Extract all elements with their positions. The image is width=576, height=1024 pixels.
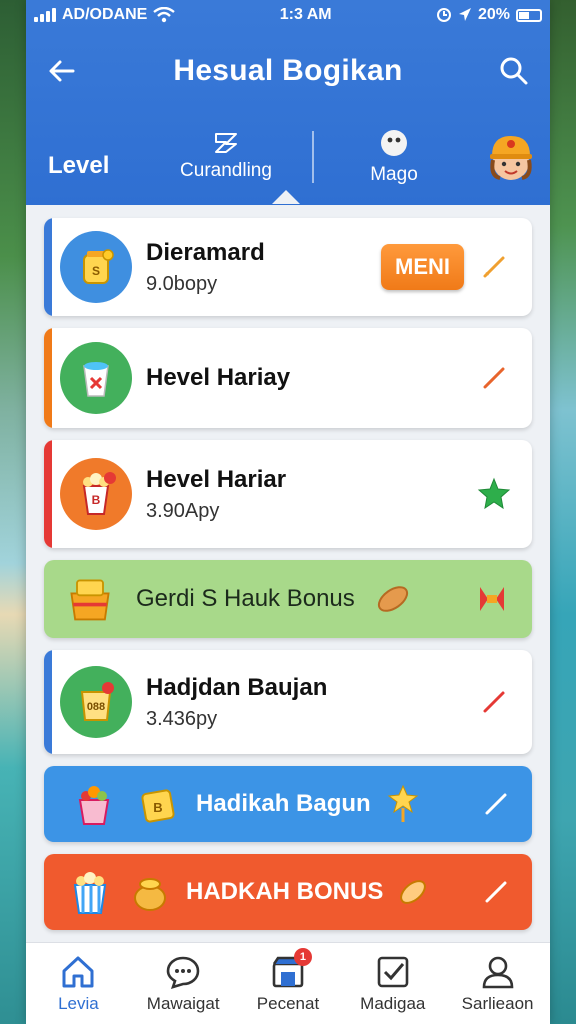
worker-avatar-icon: [490, 136, 532, 180]
svg-text:B: B: [92, 493, 101, 507]
pencil-icon: [483, 367, 505, 389]
gift-basket-icon: [64, 573, 116, 625]
battery-icon: [515, 8, 542, 22]
checkbox-icon: [377, 956, 409, 987]
home-icon: [62, 956, 94, 987]
card-stripe: [44, 328, 52, 428]
meni-button[interactable]: MENI: [381, 244, 464, 290]
pencil-icon: [483, 256, 505, 278]
tab-magg[interactable]: Mago: [334, 128, 454, 186]
item-title: Hevel Hariar: [146, 465, 287, 493]
tab-indicator: [272, 190, 300, 204]
nav-item-shop[interactable]: 1 Pecenat: [238, 947, 338, 1014]
drink-cup-icon: [60, 342, 132, 414]
svg-text:B: B: [153, 800, 162, 815]
cup-icon: 088: [60, 666, 132, 738]
alarm-icon: [436, 8, 451, 22]
pencil-icon: [485, 881, 507, 903]
bread-icon: [367, 573, 419, 625]
bottom-nav: Levia Mawaigat 1 Pecenat Madigaa Sarliea…: [26, 942, 550, 1024]
avatar[interactable]: [484, 130, 538, 184]
nav-item-tasks[interactable]: Madigaa: [343, 954, 443, 1014]
edit-button[interactable]: [474, 358, 514, 398]
card-stripe: [44, 440, 52, 548]
list-item[interactable]: 088 Hadjdan Baujan 3.436py: [44, 650, 532, 754]
profile-icon: [482, 956, 513, 988]
back-button[interactable]: [44, 53, 80, 89]
card-stripe: [44, 218, 52, 316]
location-icon: [458, 8, 471, 21]
wifi-icon: [153, 7, 176, 23]
reward-list: S Dieramard 9.0bopy MENI Hevel Hariay B …: [44, 218, 532, 942]
ranking-icon: [215, 133, 237, 153]
arrow-left-icon: [49, 60, 75, 82]
popcorn-bucket-icon: [64, 866, 116, 918]
item-value: 9.0bopy: [146, 272, 218, 295]
ball-icon: [381, 130, 407, 156]
battery-percent: 20%: [477, 6, 510, 23]
item-value: 3.436py: [146, 707, 218, 730]
nav-item-home[interactable]: Levia: [28, 954, 128, 1014]
dessert-cup-icon: [68, 778, 120, 830]
edit-button[interactable]: [474, 682, 514, 722]
chevron-right-button[interactable]: [470, 866, 522, 918]
pencil-icon: [485, 793, 507, 815]
item-title: Hevel Hariay: [146, 364, 291, 391]
svg-text:088: 088: [87, 701, 105, 713]
bonus-banner-blue[interactable]: B Hadikah Bagun: [44, 766, 532, 842]
list-item[interactable]: B Hevel Hariar 3.90Apy: [44, 440, 532, 548]
list-item[interactable]: Hevel Hariay: [44, 328, 532, 428]
edit-button[interactable]: [474, 247, 514, 287]
item-value: 3.90Apy: [146, 499, 220, 522]
page-title: Hesual Bogikan: [173, 54, 403, 87]
banner-label: Gerdi S Hauk Bonus: [136, 585, 355, 612]
status-bar: AD/ODANE 1:3 AM 20%: [26, 0, 550, 30]
nav-item-profile[interactable]: Sarlieaon: [448, 954, 548, 1014]
tab-current[interactable]: Curandling: [156, 132, 296, 182]
signal-icon: [34, 8, 56, 22]
banner-label: HADKAH BONUS: [186, 878, 384, 905]
item-title: Hadjdan Baujan: [146, 673, 328, 701]
pencil-icon: [483, 691, 505, 713]
carrier-label: AD/ODANE: [62, 6, 148, 23]
nav-item-chat[interactable]: Mawaigat: [133, 954, 233, 1014]
notification-badge: 1: [293, 947, 312, 966]
chevron-right-button[interactable]: [470, 778, 522, 830]
search-button[interactable]: [496, 53, 532, 89]
bonus-banner-green[interactable]: Gerdi S Hauk Bonus: [44, 560, 532, 638]
svg-text:S: S: [92, 264, 100, 278]
list-item[interactable]: S Dieramard 9.0bopy MENI: [44, 218, 532, 316]
star-wand-icon: [377, 778, 429, 830]
tab-level[interactable]: Level: [48, 134, 138, 180]
item-title: Dieramard: [146, 238, 265, 266]
popcorn-icon: B: [60, 458, 132, 530]
app-screen: AD/ODANE 1:3 AM 20% Hesual Bogikan Level…: [26, 0, 550, 1024]
card-stripe: [44, 650, 52, 754]
clock: 1:3 AM: [279, 6, 332, 23]
coin-bag-icon: [124, 866, 176, 918]
star-icon: [477, 477, 511, 510]
header: AD/ODANE 1:3 AM 20% Hesual Bogikan Level…: [26, 0, 550, 205]
ribbon-icon[interactable]: [466, 573, 518, 625]
bread-icon: [387, 866, 439, 918]
tab-divider: [312, 131, 314, 183]
coin-jar-icon: S: [60, 231, 132, 303]
tab-bar: Level Curandling Mago: [26, 112, 550, 204]
favorite-button[interactable]: [474, 474, 514, 514]
search-icon: [500, 57, 528, 85]
lucky-box-icon: B: [132, 778, 184, 830]
banner-label: Hadikah Bagun: [196, 790, 371, 817]
bonus-banner-orange[interactable]: HADKAH BONUS: [44, 854, 532, 930]
chat-icon: [166, 956, 200, 989]
